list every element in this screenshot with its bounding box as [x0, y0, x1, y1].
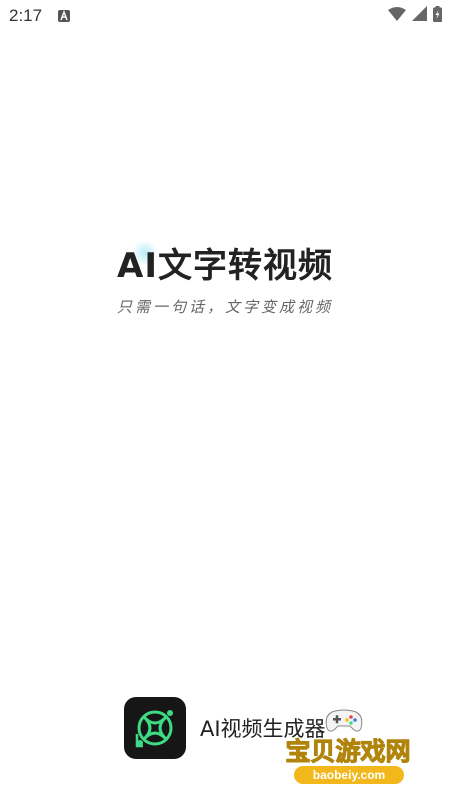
splash-screen: 2:17 AI文字转视频 只需一句话，文字变成视频 AI视频生成器 宝贝游戏网 …	[0, 0, 450, 800]
cell-signal-icon	[412, 6, 427, 26]
notification-a-icon	[58, 9, 70, 22]
splash-title: AI文字转视频	[117, 246, 333, 286]
status-time: 2:17	[9, 6, 43, 25]
wifi-icon	[388, 6, 406, 26]
battery-charging-icon	[433, 5, 442, 27]
watermark-url-badge: baobeiy.com	[294, 766, 404, 784]
watermark-url: baobeiy.com	[312, 768, 386, 782]
app-logo-icon	[124, 697, 186, 759]
watermark-text: 宝贝游戏网	[285, 737, 411, 767]
gamepad-icon	[324, 708, 364, 734]
watermark: 宝贝游戏网 baobeiy.com	[278, 706, 418, 788]
splash-subtitle: 只需一句话，文字变成视频	[116, 298, 333, 316]
status-icons	[388, 5, 442, 27]
status-bar: 2:17	[0, 0, 450, 32]
